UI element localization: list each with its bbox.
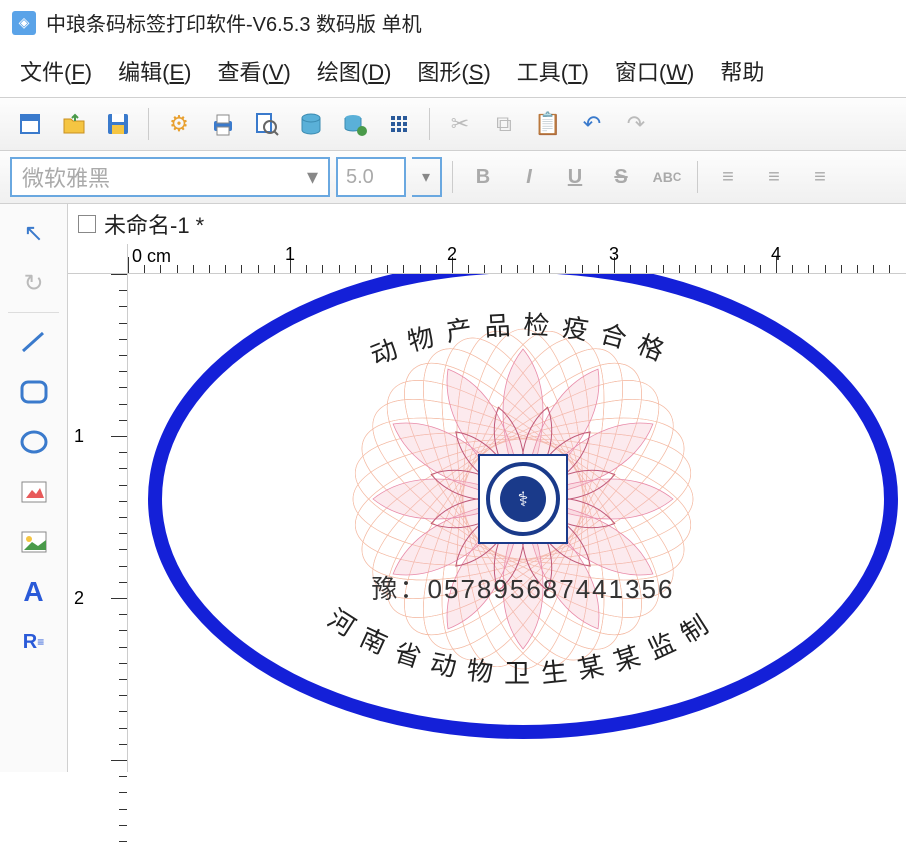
new-button[interactable] — [10, 104, 50, 144]
cut-button[interactable]: ✂ — [440, 104, 480, 144]
database-link-button[interactable] — [335, 104, 375, 144]
menu-draw[interactable]: 绘图(D) — [317, 55, 392, 87]
align-right-button[interactable]: ≡ — [800, 157, 840, 197]
main-toolbar: ⚙ ✂ ⧉ 📋 ↶ ↷ — [0, 97, 906, 151]
strikethrough-button[interactable]: S — [601, 157, 641, 197]
document-tab[interactable]: 未命名-1 * — [68, 204, 906, 245]
menu-tool[interactable]: 工具(T) — [517, 55, 589, 87]
ruler-origin-label: 0 cm — [132, 246, 171, 267]
pointer-tool[interactable]: ↖ — [8, 210, 60, 256]
tool-panel: ↖ ↻ A R≡ — [0, 204, 68, 772]
toolbar-separator — [148, 108, 149, 140]
open-button[interactable] — [54, 104, 94, 144]
ruler-h-label: 3 — [609, 244, 619, 265]
grid-icon — [391, 116, 407, 132]
undo-button[interactable]: ↶ — [572, 104, 612, 144]
document-tab-label: 未命名-1 * — [104, 208, 204, 240]
richtext-tool[interactable]: R≡ — [8, 619, 60, 665]
superscript-button[interactable]: ABC — [647, 157, 687, 197]
window-title: 中琅条码标签打印软件-V6.5.3 数码版 单机 — [46, 8, 422, 37]
menubar: 文件(F) 编辑(E) 查看(V) 绘图(D) 图形(S) 工具(T) 窗口(W… — [0, 45, 906, 97]
menu-view[interactable]: 查看(V) — [217, 55, 290, 87]
ellipse-tool[interactable] — [8, 419, 60, 465]
rotate-tool[interactable]: ↻ — [8, 260, 60, 306]
format-toolbar: 微软雅黑 ▾ 5.0 ▾ B I U S ABC ≡ ≡ ≡ — [0, 151, 906, 204]
font-placeholder: 微软雅黑 — [22, 161, 110, 193]
redo-button[interactable]: ↷ — [616, 104, 656, 144]
titlebar: 中琅条码标签打印软件-V6.5.3 数码版 单机 — [0, 0, 906, 45]
menu-file[interactable]: 文件(F) — [20, 55, 92, 87]
font-select[interactable]: 微软雅黑 ▾ — [10, 157, 330, 197]
canvas-area: 未命名-1 * 0 cm 1234 12 — [68, 204, 906, 772]
app-icon — [12, 11, 36, 35]
dropdown-icon: ▾ — [307, 164, 318, 190]
picture-tool[interactable] — [8, 519, 60, 565]
underline-button[interactable]: U — [555, 157, 595, 197]
paste-button[interactable]: 📋 — [528, 104, 568, 144]
panel-separator — [8, 312, 59, 313]
bottom-arc-text[interactable]: 河南省动物卫生某某监制 — [323, 604, 724, 689]
copy-button[interactable]: ⧉ — [484, 104, 524, 144]
align-left-button[interactable]: ≡ — [708, 157, 748, 197]
font-size-input[interactable]: 5.0 — [336, 157, 406, 197]
ruler-v-label: 1 — [74, 426, 84, 447]
design-canvas[interactable]: 动物产品检疫合格 河南省动物卫生某某监制 ⚕ 豫：057895687441356 — [128, 274, 906, 772]
label-design[interactable]: 动物产品检疫合格 河南省动物卫生某某监制 ⚕ 豫：057895687441356 — [148, 274, 898, 739]
text-tool[interactable]: A — [8, 569, 60, 615]
ruler-h-label: 2 — [447, 244, 457, 265]
italic-button[interactable]: I — [509, 157, 549, 197]
vertical-ruler[interactable]: 12 — [68, 274, 128, 772]
serial-number-text[interactable]: 豫：057895687441356 — [372, 569, 675, 606]
ruler-v-label: 2 — [74, 588, 84, 609]
center-seal[interactable]: ⚕ — [478, 454, 568, 544]
ruler-h-label: 1 — [285, 244, 295, 265]
rounded-rect-tool[interactable] — [8, 369, 60, 415]
font-size-dropdown[interactable]: ▾ — [412, 157, 442, 197]
menu-window[interactable]: 窗口(W) — [615, 55, 694, 87]
settings-button[interactable]: ⚙ — [159, 104, 199, 144]
database-button[interactable] — [291, 104, 331, 144]
menu-shape[interactable]: 图形(S) — [417, 55, 490, 87]
line-tool[interactable] — [8, 319, 60, 365]
toolbar-separator — [429, 108, 430, 140]
save-button[interactable] — [98, 104, 138, 144]
align-center-button[interactable]: ≡ — [754, 157, 794, 197]
format-separator — [697, 161, 698, 193]
top-arc-text[interactable]: 动物产品检疫合格 — [367, 311, 680, 371]
document-icon — [78, 215, 96, 233]
bold-button[interactable]: B — [463, 157, 503, 197]
menu-edit[interactable]: 编辑(E) — [118, 55, 191, 87]
workspace: ↖ ↻ A R≡ 未命名-1 * 0 cm 1234 12 — [0, 204, 906, 772]
seal-inner-icon: ⚕ — [500, 476, 546, 522]
image-tool[interactable] — [8, 469, 60, 515]
preview-button[interactable] — [247, 104, 287, 144]
seal-ring: ⚕ — [486, 462, 560, 536]
ruler-corner — [68, 244, 128, 274]
horizontal-ruler[interactable]: 0 cm 1 2 3 4 — [128, 244, 906, 274]
grid-button[interactable] — [379, 104, 419, 144]
menu-help[interactable]: 帮助 — [720, 55, 764, 87]
ruler-h-label: 4 — [771, 244, 781, 265]
print-button[interactable] — [203, 104, 243, 144]
format-separator — [452, 161, 453, 193]
